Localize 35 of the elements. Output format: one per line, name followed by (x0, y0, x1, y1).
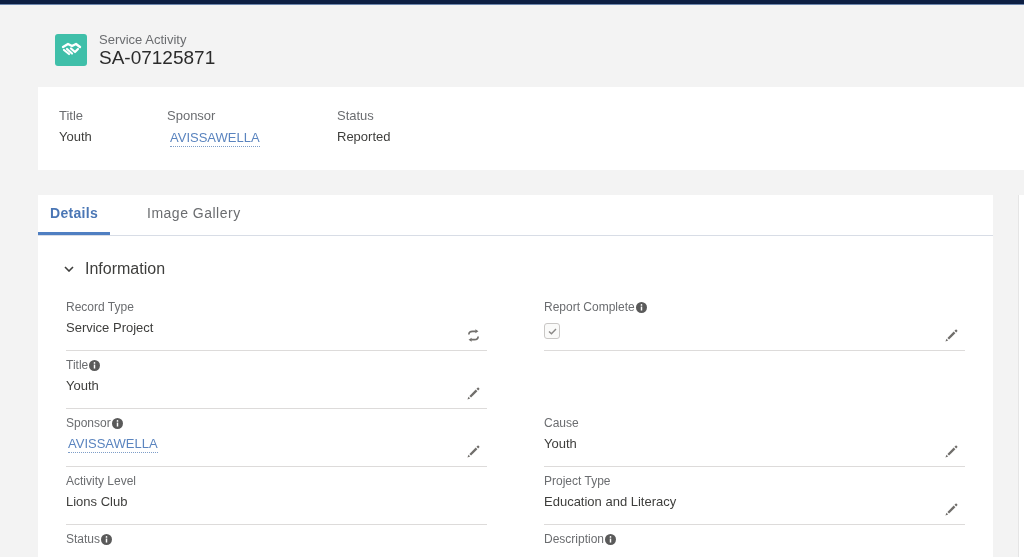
section-toggle[interactable]: Information (64, 257, 166, 281)
field-label: Report Complete (544, 300, 635, 314)
record-link[interactable]: AVISSAWELLA (68, 435, 158, 453)
pencil-icon[interactable] (467, 387, 480, 400)
tab[interactable]: Details (38, 195, 110, 235)
field-label: Status (66, 532, 101, 546)
record-link[interactable]: AVISSAWELLA (170, 129, 260, 147)
field-value: Youth (544, 435, 577, 453)
field-label: Record Type (66, 300, 134, 314)
pencil-icon[interactable] (467, 445, 480, 458)
highlight-value: Youth (59, 128, 92, 146)
record-title: SA-07125871 (99, 47, 216, 69)
field-value: Youth (66, 377, 99, 395)
field-label: Project Type (544, 474, 611, 488)
swap-arrows-icon[interactable] (467, 329, 480, 342)
field-value: Service Project (66, 319, 154, 337)
checkbox[interactable] (544, 323, 560, 339)
highlight-label: Title (59, 108, 84, 124)
handshake-icon (55, 34, 87, 66)
pencil-icon[interactable] (945, 329, 958, 342)
field-label: Description (544, 532, 605, 546)
highlight-label: Status (337, 108, 374, 124)
pencil-icon[interactable] (945, 445, 958, 458)
field-label: Activity Level (66, 474, 137, 488)
field-value: Education and Literacy (544, 493, 677, 511)
field-label: Cause (544, 416, 579, 430)
pencil-icon[interactable] (945, 503, 958, 516)
tab[interactable]: Image Gallery (135, 195, 253, 235)
field-label: Sponsor (66, 416, 111, 430)
field-value: Lions Club (66, 493, 128, 511)
object-type-label: Service Activity (99, 33, 187, 47)
highlight-value: Reported (337, 128, 391, 146)
highlight-label: Sponsor (167, 108, 216, 124)
field-label: Title (66, 358, 89, 372)
checkmark-icon (547, 327, 557, 335)
